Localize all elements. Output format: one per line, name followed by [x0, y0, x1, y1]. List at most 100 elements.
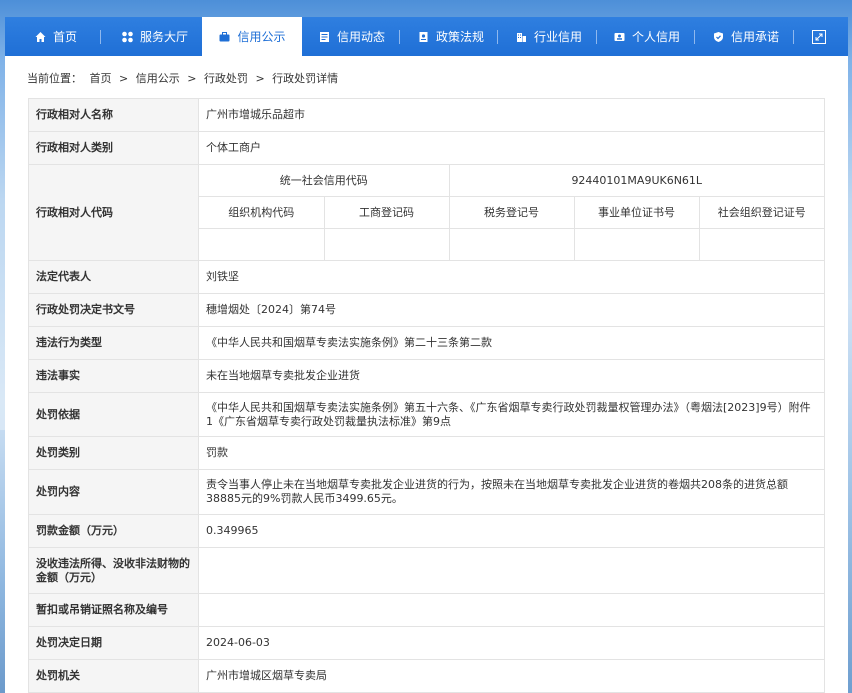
- category-label: 处罚类别: [28, 436, 199, 470]
- table-row: 处罚内容 责令当事人停止未在当地烟草专卖批发企业进货的行为，按照未在当地烟草专卖…: [28, 469, 825, 515]
- business-reg-value: [324, 228, 450, 260]
- penalty-detail-table: 行政相对人名称 广州市增城乐品超市 行政相对人类别 个体工商户 行政相对人代码 …: [28, 98, 825, 693]
- expand-icon: [812, 29, 826, 44]
- table-row: 处罚决定日期 2024-06-03: [28, 626, 825, 660]
- nav-item-label: 首页: [53, 30, 78, 44]
- shield-check-icon: [714, 31, 723, 42]
- subject-code-cell: 统一社会信用代码 92440101MA9UK6N61L 组织机构代码 工商登记码…: [198, 164, 825, 261]
- business-reg-label: 工商登记码: [324, 196, 450, 229]
- nav-item-credit-public[interactable]: 信用公示: [202, 17, 302, 56]
- breadcrumb-credit-public[interactable]: 信用公示: [136, 72, 180, 85]
- table-row: 处罚机关 广州市增城区烟草专卖局: [28, 659, 825, 693]
- main-nav: 首页 服务大厅 信用公示 信用动态 政策法规 行业信用 个人信用 信用承诺: [0, 0, 852, 56]
- violation-type-label: 违法行为类型: [28, 326, 199, 360]
- nav-divider: [793, 30, 794, 44]
- table-row: 暂扣或吊销证照名称及编号: [28, 593, 825, 627]
- legal-rep-value: 刘铁坚: [198, 260, 825, 294]
- table-row: 处罚类别 罚款: [28, 436, 825, 470]
- nav-item-industry-credit[interactable]: 行业信用: [515, 17, 582, 56]
- nav-divider: [399, 30, 400, 44]
- doc-no-label: 行政处罚决定书文号: [28, 293, 199, 327]
- nav-divider: [100, 30, 101, 44]
- org-code-label: 组织机构代码: [199, 196, 325, 229]
- table-row: 处罚依据 《中华人民共和国烟草专卖法实施条例》第五十六条、《广东省烟草专卖行政处…: [28, 392, 825, 437]
- nav-item-label: 信用动态: [337, 30, 386, 44]
- table-row: 罚款金额（万元） 0.349965: [28, 514, 825, 548]
- breadcrumb-separator: >: [187, 72, 197, 85]
- nav-item-label: 行业信用: [534, 30, 583, 44]
- content-panel: 当前位置： 首页 > 信用公示 > 行政处罚 > 行政处罚详情 行政相对人名称 …: [5, 56, 848, 693]
- briefcase-icon: [219, 31, 230, 41]
- decision-date-label: 处罚决定日期: [28, 626, 199, 660]
- tax-reg-value: [449, 228, 575, 260]
- subject-type-value: 个体工商户: [198, 131, 825, 165]
- subject-name-value: 广州市增城乐品超市: [198, 98, 825, 132]
- nav-item-service-hall[interactable]: 服务大厅: [121, 17, 188, 56]
- breadcrumb-separator: >: [255, 72, 265, 85]
- breadcrumb: 当前位置： 首页 > 信用公示 > 行政处罚 > 行政处罚详情: [27, 70, 342, 86]
- table-row: 违法事实 未在当地烟草专卖批发企业进货: [28, 359, 825, 393]
- breadcrumb-current: 行政处罚详情: [272, 72, 339, 85]
- legal-rep-label: 法定代表人: [28, 260, 199, 294]
- table-row: 行政相对人代码 统一社会信用代码 92440101MA9UK6N61L 组织机构…: [28, 164, 825, 261]
- uscc-value: 92440101MA9UK6N61L: [449, 165, 824, 197]
- nav-item-personal-credit[interactable]: 个人信用: [613, 17, 680, 56]
- confiscation-value: [198, 547, 825, 594]
- document-icon: [419, 31, 428, 42]
- table-row: 没收违法所得、没收非法财物的金额（万元）: [28, 547, 825, 594]
- nav-item-credit-news[interactable]: 信用动态: [318, 17, 385, 56]
- nav-item-home[interactable]: 首页: [34, 17, 77, 56]
- institution-cert-label: 事业单位证书号: [574, 196, 700, 229]
- breadcrumb-admin-penalty[interactable]: 行政处罚: [204, 72, 248, 85]
- breadcrumb-home[interactable]: 首页: [90, 72, 112, 85]
- basis-value: 《中华人民共和国烟草专卖法实施条例》第五十六条、《广东省烟草专卖行政处罚裁量权管…: [198, 392, 825, 437]
- license-label: 暂扣或吊销证照名称及编号: [28, 593, 199, 627]
- breadcrumb-separator: >: [119, 72, 129, 85]
- fine-label: 罚款金额（万元）: [28, 514, 199, 548]
- violation-fact-value: 未在当地烟草专卖批发企业进货: [198, 359, 825, 393]
- table-row: 行政相对人名称 广州市增城乐品超市: [28, 98, 825, 132]
- table-row: 违法行为类型 《中华人民共和国烟草专卖法实施条例》第二十三条第二款: [28, 326, 825, 360]
- subject-code-label: 行政相对人代码: [28, 164, 199, 261]
- content-value: 责令当事人停止未在当地烟草专卖批发企业进货的行为，按照未在当地烟草专卖批发企业进…: [198, 469, 825, 515]
- nav-item-expand[interactable]: [812, 17, 826, 56]
- license-value: [198, 593, 825, 627]
- subject-name-label: 行政相对人名称: [28, 98, 199, 132]
- nav-item-policy[interactable]: 政策法规: [417, 17, 484, 56]
- breadcrumb-prefix: 当前位置：: [27, 72, 82, 85]
- authority-label: 处罚机关: [28, 659, 199, 693]
- content-label: 处罚内容: [28, 469, 199, 515]
- building-icon: [517, 32, 526, 42]
- subject-type-label: 行政相对人类别: [28, 131, 199, 165]
- nav-item-label: 政策法规: [436, 30, 485, 44]
- id-card-icon: [614, 32, 625, 41]
- doc-no-value: 穗增烟处〔2024〕第74号: [198, 293, 825, 327]
- grid-icon: [122, 31, 133, 42]
- tax-reg-label: 税务登记号: [449, 196, 575, 229]
- subject-code-table: 统一社会信用代码 92440101MA9UK6N61L 组织机构代码 工商登记码…: [199, 165, 824, 260]
- nav-item-label: 个人信用: [632, 30, 681, 44]
- violation-fact-label: 违法事实: [28, 359, 199, 393]
- nav-divider: [694, 30, 695, 44]
- fine-value: 0.349965: [198, 514, 825, 548]
- table-row: 行政相对人类别 个体工商户: [28, 131, 825, 165]
- decision-date-value: 2024-06-03: [198, 626, 825, 660]
- institution-cert-value: [574, 228, 700, 260]
- nav-item-label: 信用公示: [237, 30, 286, 44]
- table-row: 法定代表人 刘铁坚: [28, 260, 825, 294]
- org-code-value: [199, 228, 325, 260]
- nav-item-label: 服务大厅: [140, 30, 189, 44]
- news-icon: [320, 31, 329, 42]
- table-row: 行政处罚决定书文号 穗增烟处〔2024〕第74号: [28, 293, 825, 327]
- social-org-cert-label: 社会组织登记证号: [699, 196, 824, 229]
- nav-divider: [596, 30, 597, 44]
- nav-divider: [497, 30, 498, 44]
- basis-label: 处罚依据: [28, 392, 199, 437]
- violation-type-value: 《中华人民共和国烟草专卖法实施条例》第二十三条第二款: [198, 326, 825, 360]
- category-value: 罚款: [198, 436, 825, 470]
- confiscation-label: 没收违法所得、没收非法财物的金额（万元）: [28, 547, 199, 594]
- home-icon: [35, 31, 46, 42]
- nav-item-label: 信用承诺: [731, 30, 780, 44]
- nav-item-credit-commitment[interactable]: 信用承诺: [712, 17, 779, 56]
- social-org-cert-value: [699, 229, 824, 261]
